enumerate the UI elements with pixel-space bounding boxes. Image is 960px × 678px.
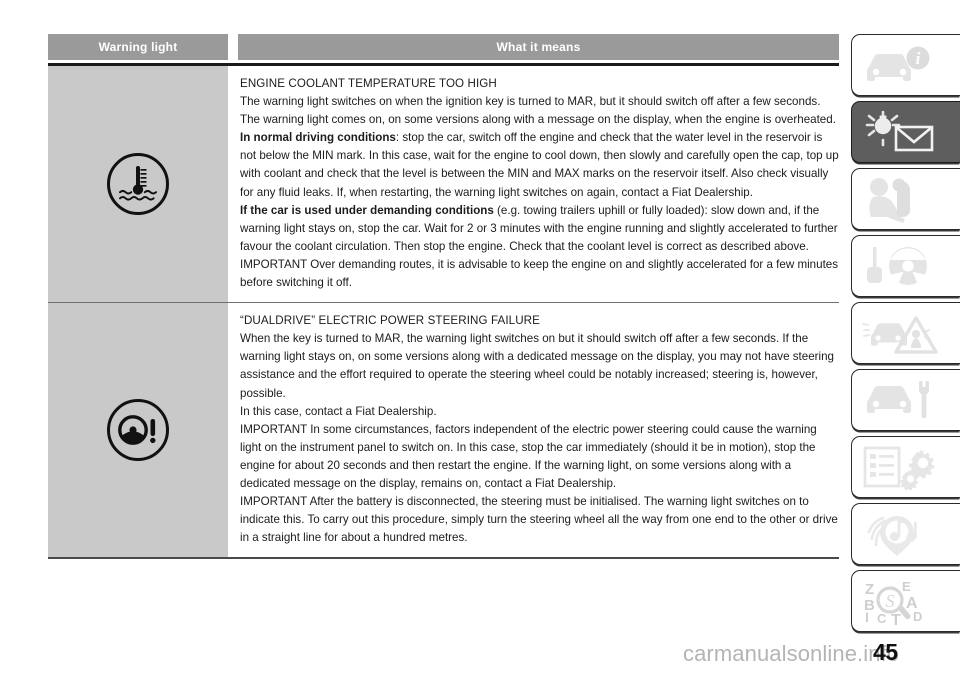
paragraph-text: The warning light comes on, on some vers…	[240, 113, 836, 127]
warning-description-cell: ENGINE COOLANT TEMPERATURE TOO HIGH The …	[238, 66, 839, 302]
paragraph-text: In this case, contact a Fiat Dealership.	[240, 404, 437, 418]
warning-title: ENGINE COOLANT TEMPERATURE TOO HIGH	[240, 77, 497, 90]
paragraph-text: IMPORTANT Over demanding routes, it is a…	[240, 257, 839, 290]
warning-title: “DUALDRIVE” ELECTRIC POWER STEERING FAIL…	[240, 314, 540, 328]
warning-description-cell: “DUALDRIVE” ELECTRIC POWER STEERING FAIL…	[238, 303, 839, 557]
warning-paragraph: IMPORTANT After the battery is disconnec…	[240, 493, 839, 547]
sidebar-item-warning-lights-and-messages[interactable]	[851, 101, 960, 163]
warning-paragraph: In normal driving conditions: stop the c…	[240, 129, 839, 201]
sidebar-item-multimedia[interactable]	[851, 503, 960, 565]
column-header-what-it-means: What it means	[238, 34, 839, 60]
sidebar-item-starting-and-driving[interactable]	[851, 235, 960, 297]
paragraph-text: IMPORTANT In some circumstances, factors…	[240, 422, 817, 490]
page-number: 45	[873, 639, 898, 665]
watermark: carmanualsonline.info	[683, 641, 900, 666]
column-header-warning-light: Warning light	[48, 34, 228, 60]
table-row: ENGINE COOLANT TEMPERATURE TOO HIGH The …	[48, 66, 839, 303]
index-letter: C	[877, 611, 887, 625]
paragraph-text: The warning light switches on when the i…	[240, 95, 821, 109]
table-bottom-divider	[48, 557, 839, 560]
paragraph-text: When the key is turned to MAR, the warni…	[240, 332, 834, 400]
warning-lamp-message-icon	[859, 109, 943, 155]
paragraph-lead: In normal driving conditions	[240, 131, 396, 145]
electric-power-steering-warning-light	[107, 399, 169, 462]
sidebar-item-alphabetical-index[interactable]: Z B I C T E A D S	[851, 570, 960, 632]
warning-paragraph: IMPORTANT Over demanding routes, it is a…	[240, 256, 839, 292]
warning-paragraph: The warning light comes on, on some vers…	[240, 111, 839, 129]
sidebar-item-in-an-emergency[interactable]	[851, 302, 960, 364]
paragraph-lead: If the car is used under demanding condi…	[240, 203, 494, 217]
key-steering-wheel-icon	[859, 243, 939, 289]
index-letter: E	[902, 579, 911, 594]
warning-light-cell	[48, 303, 228, 558]
svg-text:S: S	[886, 591, 895, 611]
sidebar-item-maintenance-and-care[interactable]	[851, 369, 960, 431]
warning-paragraph: If the car is used under demanding condi…	[240, 202, 839, 256]
car-info-icon: i	[859, 43, 937, 87]
cell-gap	[228, 66, 238, 302]
list-gears-icon	[859, 444, 941, 490]
alphabetical-index-icon: Z B I C T E A D S	[859, 577, 943, 625]
car-wrench-icon	[859, 377, 939, 423]
paragraph-text: IMPORTANT After the battery is disconnec…	[240, 495, 838, 545]
cell-gap	[228, 303, 238, 557]
coolant-temperature-warning-light	[107, 153, 169, 216]
table-header-row: Warning light What it means	[48, 34, 839, 60]
svg-text:i: i	[916, 49, 921, 68]
index-letter: T	[891, 612, 901, 625]
sidebar-item-safety[interactable]	[851, 168, 960, 230]
index-letter: D	[913, 609, 922, 624]
warning-lights-table: Warning light What it means ENGINE COOLA…	[48, 34, 839, 560]
column-header-spacer	[228, 34, 238, 60]
table-row: “DUALDRIVE” ELECTRIC POWER STEERING FAIL…	[48, 303, 839, 558]
warning-paragraph: When the key is turned to MAR, the warni…	[240, 330, 839, 402]
car-hazard-triangle-icon	[859, 310, 943, 356]
index-letter: Z	[865, 581, 874, 598]
warning-paragraph: The warning light switches on when the i…	[240, 93, 839, 111]
sidebar-item-technical-specifications[interactable]	[851, 436, 960, 498]
warning-light-cell	[48, 66, 228, 303]
child-seat-safety-icon	[859, 175, 937, 223]
chapter-tabs: i Z B I C T E A D S	[851, 34, 960, 637]
warning-paragraph: IMPORTANT In some circumstances, factors…	[240, 421, 839, 493]
warning-paragraph: In this case, contact a Fiat Dealership.	[240, 403, 839, 421]
sidebar-item-dashboard-and-controls[interactable]: i	[851, 34, 960, 96]
index-letter: I	[865, 609, 869, 625]
multimedia-navigation-icon	[859, 511, 939, 557]
